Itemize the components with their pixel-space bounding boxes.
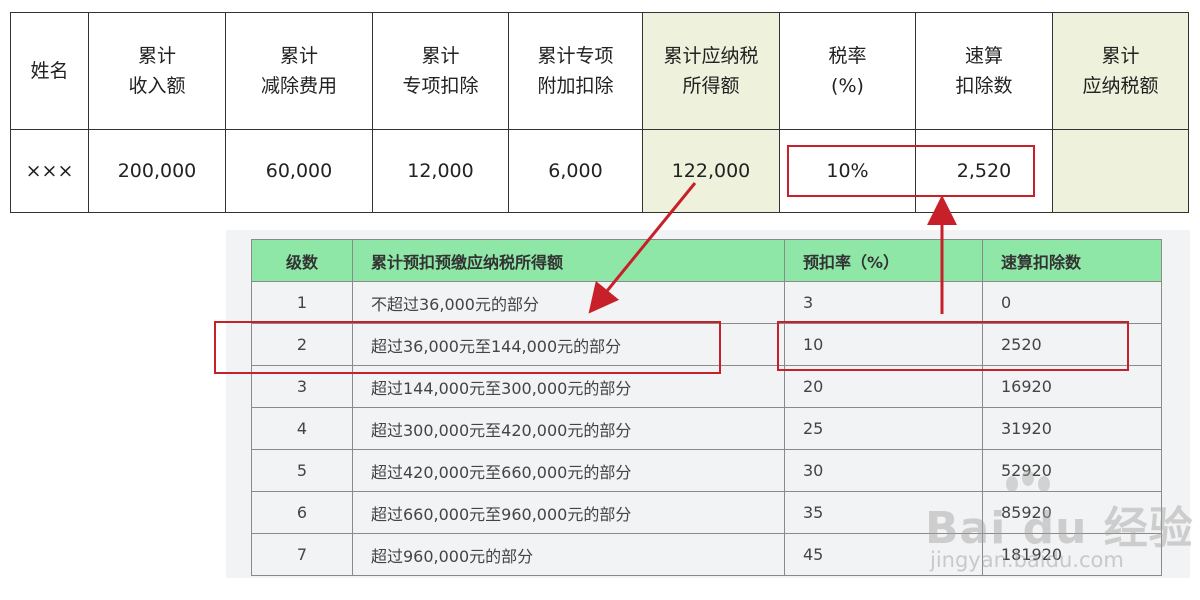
watermark-url: jingyan.baidu.com — [930, 548, 1124, 572]
watermark-logo: Bai du 经验 — [925, 503, 1194, 554]
arrow-to-bracket — [588, 182, 697, 314]
